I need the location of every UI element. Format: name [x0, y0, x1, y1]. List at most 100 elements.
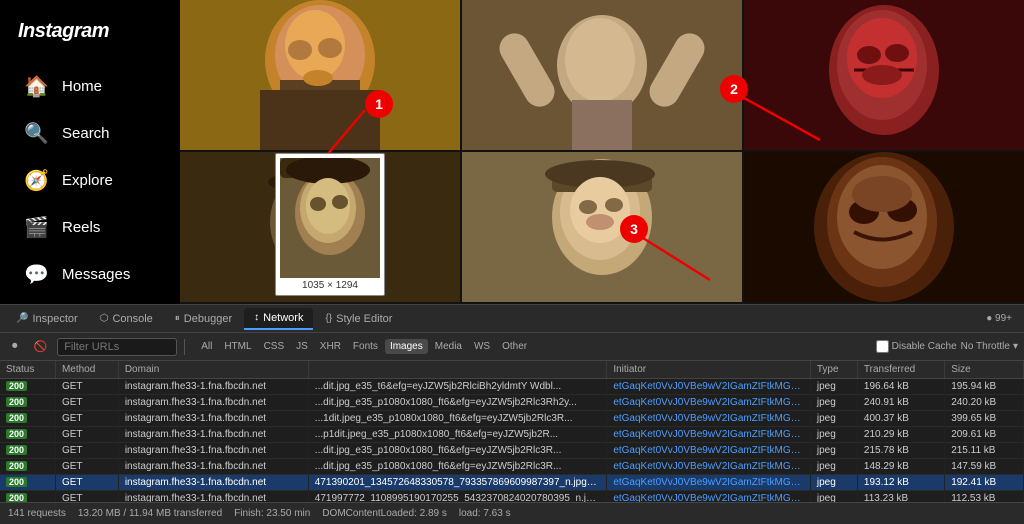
cell-size: 240.20 kB	[945, 395, 1024, 411]
cell-type: jpeg	[810, 443, 857, 459]
sidebar-item-reels[interactable]: 🎬 Reels	[6, 205, 174, 250]
type-media[interactable]: Media	[430, 339, 467, 354]
col-file[interactable]	[308, 361, 607, 379]
cell-domain: instagram.fhe33-1.fna.fbcdn.net	[118, 427, 308, 443]
photo-cell-2[interactable]	[462, 0, 742, 150]
sidebar-item-explore[interactable]: 🧭 Explore	[6, 158, 174, 203]
photo-cell-6[interactable]	[744, 152, 1024, 302]
sidebar-item-label: Reels	[62, 219, 100, 236]
type-css[interactable]: CSS	[259, 339, 290, 354]
app-logo: Instagram	[0, 10, 180, 63]
tab-style-editor[interactable]: {} Style Editor	[315, 309, 402, 329]
col-type[interactable]: Type	[810, 361, 857, 379]
sidebar-item-messages[interactable]: 💬 Messages	[6, 252, 174, 297]
chevron-down-icon: ▾	[1013, 341, 1018, 352]
inspector-icon: 🔎	[16, 313, 28, 324]
cell-status: 200	[0, 427, 55, 443]
cell-file: ...dit.jpg_e35_t6&efg=eyJZW5jb2RlciBh2yl…	[308, 379, 607, 395]
cell-domain: instagram.fhe33-1.fna.fbcdn.net	[118, 443, 308, 459]
debugger-icon: ⏸	[175, 313, 180, 324]
type-ws[interactable]: WS	[469, 339, 495, 354]
error-count: ● 99+	[986, 313, 1012, 324]
cell-initiator: etGaqKet0VvJ0VBe9wV2IGamZtFtkMGsfs-...	[607, 443, 811, 459]
cell-size: 399.65 kB	[945, 411, 1024, 427]
sidebar-item-label: Messages	[62, 266, 130, 283]
sidebar-item-label: Home	[62, 78, 102, 95]
cell-domain: instagram.fhe33-1.fna.fbcdn.net	[118, 379, 308, 395]
cell-initiator: etGaqKet0VvJ0VBe9wV2IGamZtFtkMGsfs-...	[607, 379, 811, 395]
sidebar-item-search[interactable]: 🔍 Search	[6, 111, 174, 156]
network-toolbar: ⏺ 🚫 All HTML CSS JS XHR Fonts Images Med…	[0, 333, 1024, 361]
tab-console[interactable]: ⬡ Console	[90, 309, 163, 329]
col-transferred[interactable]: Transferred	[857, 361, 944, 379]
tab-network[interactable]: ↕ Network	[244, 308, 313, 330]
cell-file: 471997772_1108995190170255_5432370824020…	[308, 491, 607, 503]
table-row[interactable]: 200 GET instagram.fhe33-1.fna.fbcdn.net …	[0, 379, 1024, 395]
cell-initiator: etGaqKet0VvJ0VBe9wV2IGamZtFtkMGsfs-...	[607, 491, 811, 503]
table-row[interactable]: 200 GET instagram.fhe33-1.fna.fbcdn.net …	[0, 459, 1024, 475]
photo-cell-1[interactable]	[180, 0, 460, 150]
col-method[interactable]: Method	[55, 361, 118, 379]
footer-load: load: 7.63 s	[459, 508, 511, 519]
table-row[interactable]: 200 GET instagram.fhe33-1.fna.fbcdn.net …	[0, 411, 1024, 427]
tab-inspector[interactable]: 🔎 Inspector	[6, 309, 88, 329]
sidebar: Instagram 🏠 Home 🔍 Search 🧭 Explore 🎬 Re…	[0, 0, 180, 304]
annotation-2: 2	[720, 75, 748, 103]
photo-cell-3[interactable]	[744, 0, 1024, 150]
devtools-panel: 🔎 Inspector ⬡ Console ⏸ Debugger ↕ Netwo…	[0, 304, 1024, 524]
cell-file: ...1dit.jpeg_e35_p1080x1080_ft6&efg=eyJZ…	[308, 411, 607, 427]
col-initiator[interactable]: Initiator	[607, 361, 811, 379]
devtools-footer: 141 requests 13.20 MB / 11.94 MB transfe…	[0, 502, 1024, 524]
home-icon: 🏠	[24, 74, 48, 99]
col-domain[interactable]: Domain	[118, 361, 308, 379]
type-js[interactable]: JS	[291, 339, 313, 354]
cell-size: 112.53 kB	[945, 491, 1024, 503]
annotation-3: 3	[620, 215, 648, 243]
cell-domain: instagram.fhe33-1.fna.fbcdn.net	[118, 491, 308, 503]
clear-button[interactable]: 🚫	[28, 338, 54, 355]
tab-debugger[interactable]: ⏸ Debugger	[165, 309, 242, 329]
table-row[interactable]: 200 GET instagram.fhe33-1.fna.fbcdn.net …	[0, 395, 1024, 411]
type-all[interactable]: All	[196, 339, 217, 354]
type-other[interactable]: Other	[497, 339, 532, 354]
cell-method: GET	[55, 427, 118, 443]
type-images[interactable]: Images	[385, 339, 428, 354]
network-table: Status Method Domain Initiator Type Tran…	[0, 361, 1024, 502]
style-editor-icon: {}	[325, 313, 332, 324]
record-button[interactable]: ⏺	[6, 338, 24, 355]
sidebar-item-label: Search	[62, 125, 110, 142]
status-badge: 200	[6, 381, 27, 391]
table-row[interactable]: 200 GET instagram.fhe33-1.fna.fbcdn.net …	[0, 475, 1024, 491]
table-row[interactable]: 200 GET instagram.fhe33-1.fna.fbcdn.net …	[0, 443, 1024, 459]
type-html[interactable]: HTML	[219, 339, 256, 354]
image-tooltip: 1035 × 1294	[275, 153, 385, 296]
footer-dom-content: DOMContentLoaded: 2.89 s	[322, 508, 447, 519]
cell-size: 215.11 kB	[945, 443, 1024, 459]
table-row[interactable]: 200 GET instagram.fhe33-1.fna.fbcdn.net …	[0, 491, 1024, 503]
type-fonts[interactable]: Fonts	[348, 339, 383, 354]
type-xhr[interactable]: XHR	[315, 339, 346, 354]
cell-transferred: 148.29 kB	[857, 459, 944, 475]
cell-file: ...dit.jpg_e35_p1080x1080_ft6&efg=eyJZW5…	[308, 395, 607, 411]
filter-input[interactable]	[57, 338, 177, 356]
sidebar-item-label: Explore	[62, 172, 113, 189]
cell-transferred: 400.37 kB	[857, 411, 944, 427]
footer-transferred: 13.20 MB / 11.94 MB transferred	[78, 508, 222, 519]
network-table-wrap[interactable]: Status Method Domain Initiator Type Tran…	[0, 361, 1024, 502]
col-size[interactable]: Size	[945, 361, 1024, 379]
messages-icon: 💬	[24, 262, 48, 287]
cell-size: 209.61 kB	[945, 427, 1024, 443]
cell-method: GET	[55, 491, 118, 503]
col-status[interactable]: Status	[0, 361, 55, 379]
cell-file: ...dit.jpg_e35_p1080x1080_ft6&efg=eyJZW5…	[308, 443, 607, 459]
photo-cell-5[interactable]	[462, 152, 742, 302]
explore-icon: 🧭	[24, 168, 48, 193]
disable-cache-toggle[interactable]: Disable Cache	[876, 340, 957, 353]
cell-size: 195.94 kB	[945, 379, 1024, 395]
sidebar-item-home[interactable]: 🏠 Home	[6, 64, 174, 109]
throttle-toggle[interactable]: No Throttle ▾	[961, 341, 1018, 352]
disable-cache-checkbox[interactable]	[876, 340, 889, 353]
table-row[interactable]: 200 GET instagram.fhe33-1.fna.fbcdn.net …	[0, 427, 1024, 443]
cell-status: 200	[0, 459, 55, 475]
cell-transferred: 113.23 kB	[857, 491, 944, 503]
